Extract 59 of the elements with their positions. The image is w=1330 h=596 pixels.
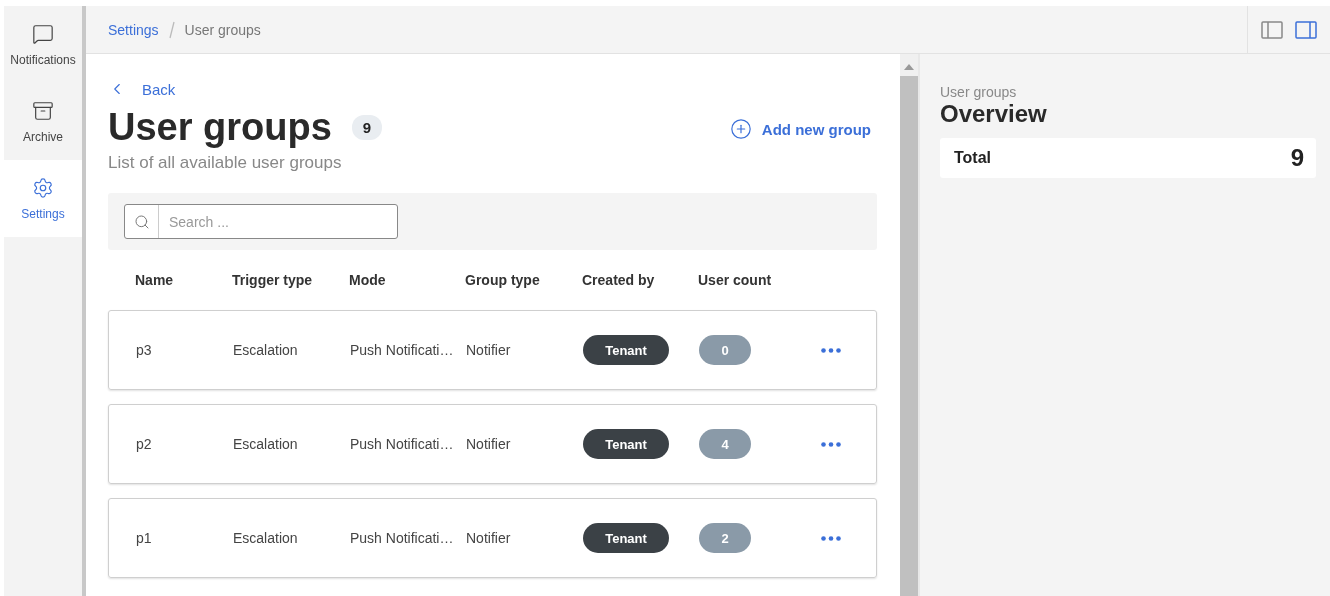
column-header: Name — [135, 272, 175, 288]
plus-icon — [729, 118, 752, 140]
total-value: 9 — [1290, 144, 1304, 172]
chat-icon — [32, 22, 54, 45]
table-cell-text: Push Notificati… — [350, 530, 455, 546]
column-header: Mode — [349, 272, 387, 288]
nav-item[interactable]: Notifications — [4, 6, 82, 83]
table-cell-text: Notifier — [466, 530, 512, 546]
table-cell-text: Push Notificati… — [350, 342, 455, 358]
column-header: User count — [698, 272, 773, 288]
more-button[interactable] — [821, 347, 841, 353]
breadcrumb-separator — [168, 20, 175, 39]
group-row[interactable]: p3 Escalation Push Notificati… Notifier Tenant 0 — [108, 310, 877, 390]
more-icon — [821, 535, 841, 541]
total-label: Total — [954, 149, 992, 167]
group-row[interactable]: p1 Escalation Push Notificati… Notifier Tenant 2 — [108, 498, 877, 578]
column-header: Created by — [582, 272, 656, 288]
nav-item[interactable]: Archive — [4, 83, 82, 160]
overview-title: Overview — [940, 100, 1048, 128]
add-group-button[interactable]: Add new group — [729, 118, 871, 140]
creator-badge: Tenant — [583, 523, 669, 553]
settings-icon — [32, 176, 54, 199]
search-icon — [133, 213, 150, 230]
table-cell-text: Escalation — [233, 436, 299, 452]
panel-toggle[interactable] — [1294, 19, 1318, 40]
table-cell-text: Notifier — [466, 342, 512, 358]
page-subtitle: List of all available user groups — [108, 153, 343, 173]
nav-item[interactable]: Settings — [4, 160, 82, 237]
user-count-badge: 4 — [699, 429, 751, 459]
table-cell-text: Escalation — [233, 342, 299, 358]
table-cell-text: p2 — [136, 436, 153, 452]
page-title: User groups — [108, 106, 332, 149]
right-panel-icon — [1294, 19, 1318, 40]
column-header: Group type — [465, 272, 541, 288]
user-count-badge: 2 — [699, 523, 751, 553]
table-cell-text: p1 — [136, 530, 153, 546]
panel-toggle[interactable] — [1260, 19, 1284, 40]
more-icon — [821, 347, 841, 353]
more-icon — [821, 441, 841, 447]
table-cell-text: p3 — [136, 342, 153, 358]
group-row[interactable]: p2 Escalation Push Notificati… Notifier Tenant 4 — [108, 404, 877, 484]
breadcrumb-item[interactable]: User groups — [184, 21, 261, 38]
breadcrumb-item[interactable]: Settings — [108, 21, 159, 38]
column-header: Trigger type — [232, 272, 314, 288]
more-button[interactable] — [821, 441, 841, 447]
back-link[interactable]: Back — [108, 80, 176, 98]
left-panel-icon — [1260, 19, 1284, 40]
creator-badge: Tenant — [583, 335, 669, 365]
table-cell-text: Escalation — [233, 530, 299, 546]
count-badge: 9 — [351, 115, 383, 140]
more-button[interactable] — [821, 535, 841, 541]
table-cell-text: Notifier — [466, 436, 512, 452]
overview-eyebrow: User groups — [940, 84, 1018, 100]
search-input[interactable]: Search ... — [159, 213, 397, 230]
table-cell-text: Push Notificati… — [350, 436, 455, 452]
creator-badge: Tenant — [583, 429, 669, 459]
search-field[interactable]: Search ... — [124, 204, 398, 239]
archive-icon — [32, 99, 54, 122]
user-count-badge: 0 — [699, 335, 751, 365]
